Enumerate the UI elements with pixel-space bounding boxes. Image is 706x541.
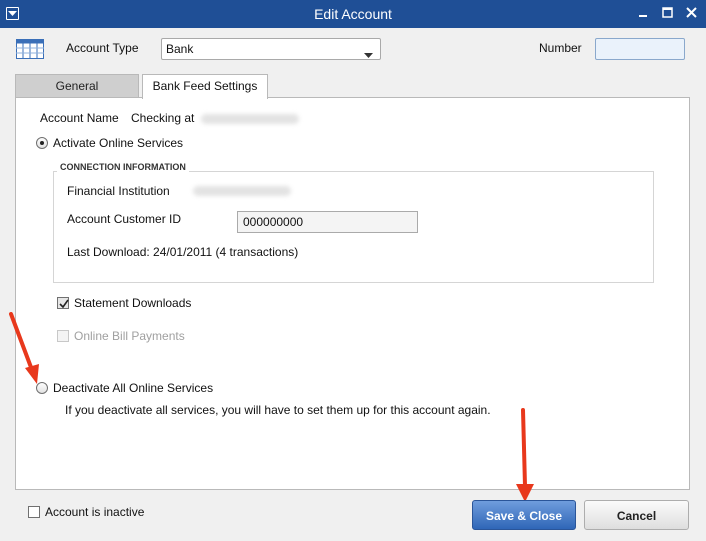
connection-information-title: CONNECTION INFORMATION — [57, 162, 189, 172]
bank-feed-panel — [15, 97, 690, 490]
account-register-icon — [16, 39, 44, 59]
checkmark-icon — [59, 299, 69, 309]
statement-downloads-checkbox[interactable] — [57, 297, 69, 309]
title-bar: Edit Account — [0, 0, 706, 28]
cancel-button[interactable]: Cancel — [584, 500, 689, 530]
activate-online-services-radio[interactable] — [36, 137, 48, 149]
account-customer-id-label: Account Customer ID — [67, 212, 182, 226]
account-type-label: Account Type — [66, 41, 139, 55]
annotation-arrow-icon — [9, 312, 39, 384]
account-type-select[interactable]: Bank — [161, 38, 381, 60]
annotation-arrow-icon — [516, 408, 534, 502]
minimize-icon[interactable] — [636, 6, 652, 20]
chevron-down-icon — [364, 47, 373, 61]
account-name-label: Account Name — [40, 111, 119, 125]
number-input[interactable] — [595, 38, 685, 60]
window-title: Edit Account — [314, 6, 392, 22]
account-inactive-checkbox[interactable] — [28, 506, 40, 518]
close-icon[interactable] — [684, 6, 700, 20]
save-and-close-button[interactable]: Save & Close — [472, 500, 576, 530]
deactivate-note: If you deactivate all services, you will… — [65, 403, 491, 417]
account-name-value: Checking at — [131, 111, 195, 125]
redacted-bank-name — [201, 114, 299, 124]
deactivate-all-online-services-label: Deactivate All Online Services — [53, 381, 214, 395]
number-label: Number — [539, 41, 582, 55]
statement-downloads-label: Statement Downloads — [74, 296, 192, 310]
maximize-icon[interactable] — [660, 6, 676, 20]
account-customer-id-field[interactable]: 000000000 — [237, 211, 418, 233]
last-download-text: Last Download: 24/01/2011 (4 transaction… — [67, 245, 299, 259]
online-bill-payments-checkbox — [57, 330, 69, 342]
financial-institution-label: Financial Institution — [67, 184, 170, 198]
online-bill-payments-label: Online Bill Payments — [74, 329, 185, 343]
redacted-financial-institution — [193, 186, 291, 196]
tab-bank-feed-settings[interactable]: Bank Feed Settings — [142, 74, 268, 99]
account-type-value: Bank — [166, 42, 194, 56]
account-inactive-label: Account is inactive — [45, 505, 145, 519]
activate-online-services-label: Activate Online Services — [53, 136, 184, 150]
tab-general[interactable]: General — [15, 74, 139, 98]
